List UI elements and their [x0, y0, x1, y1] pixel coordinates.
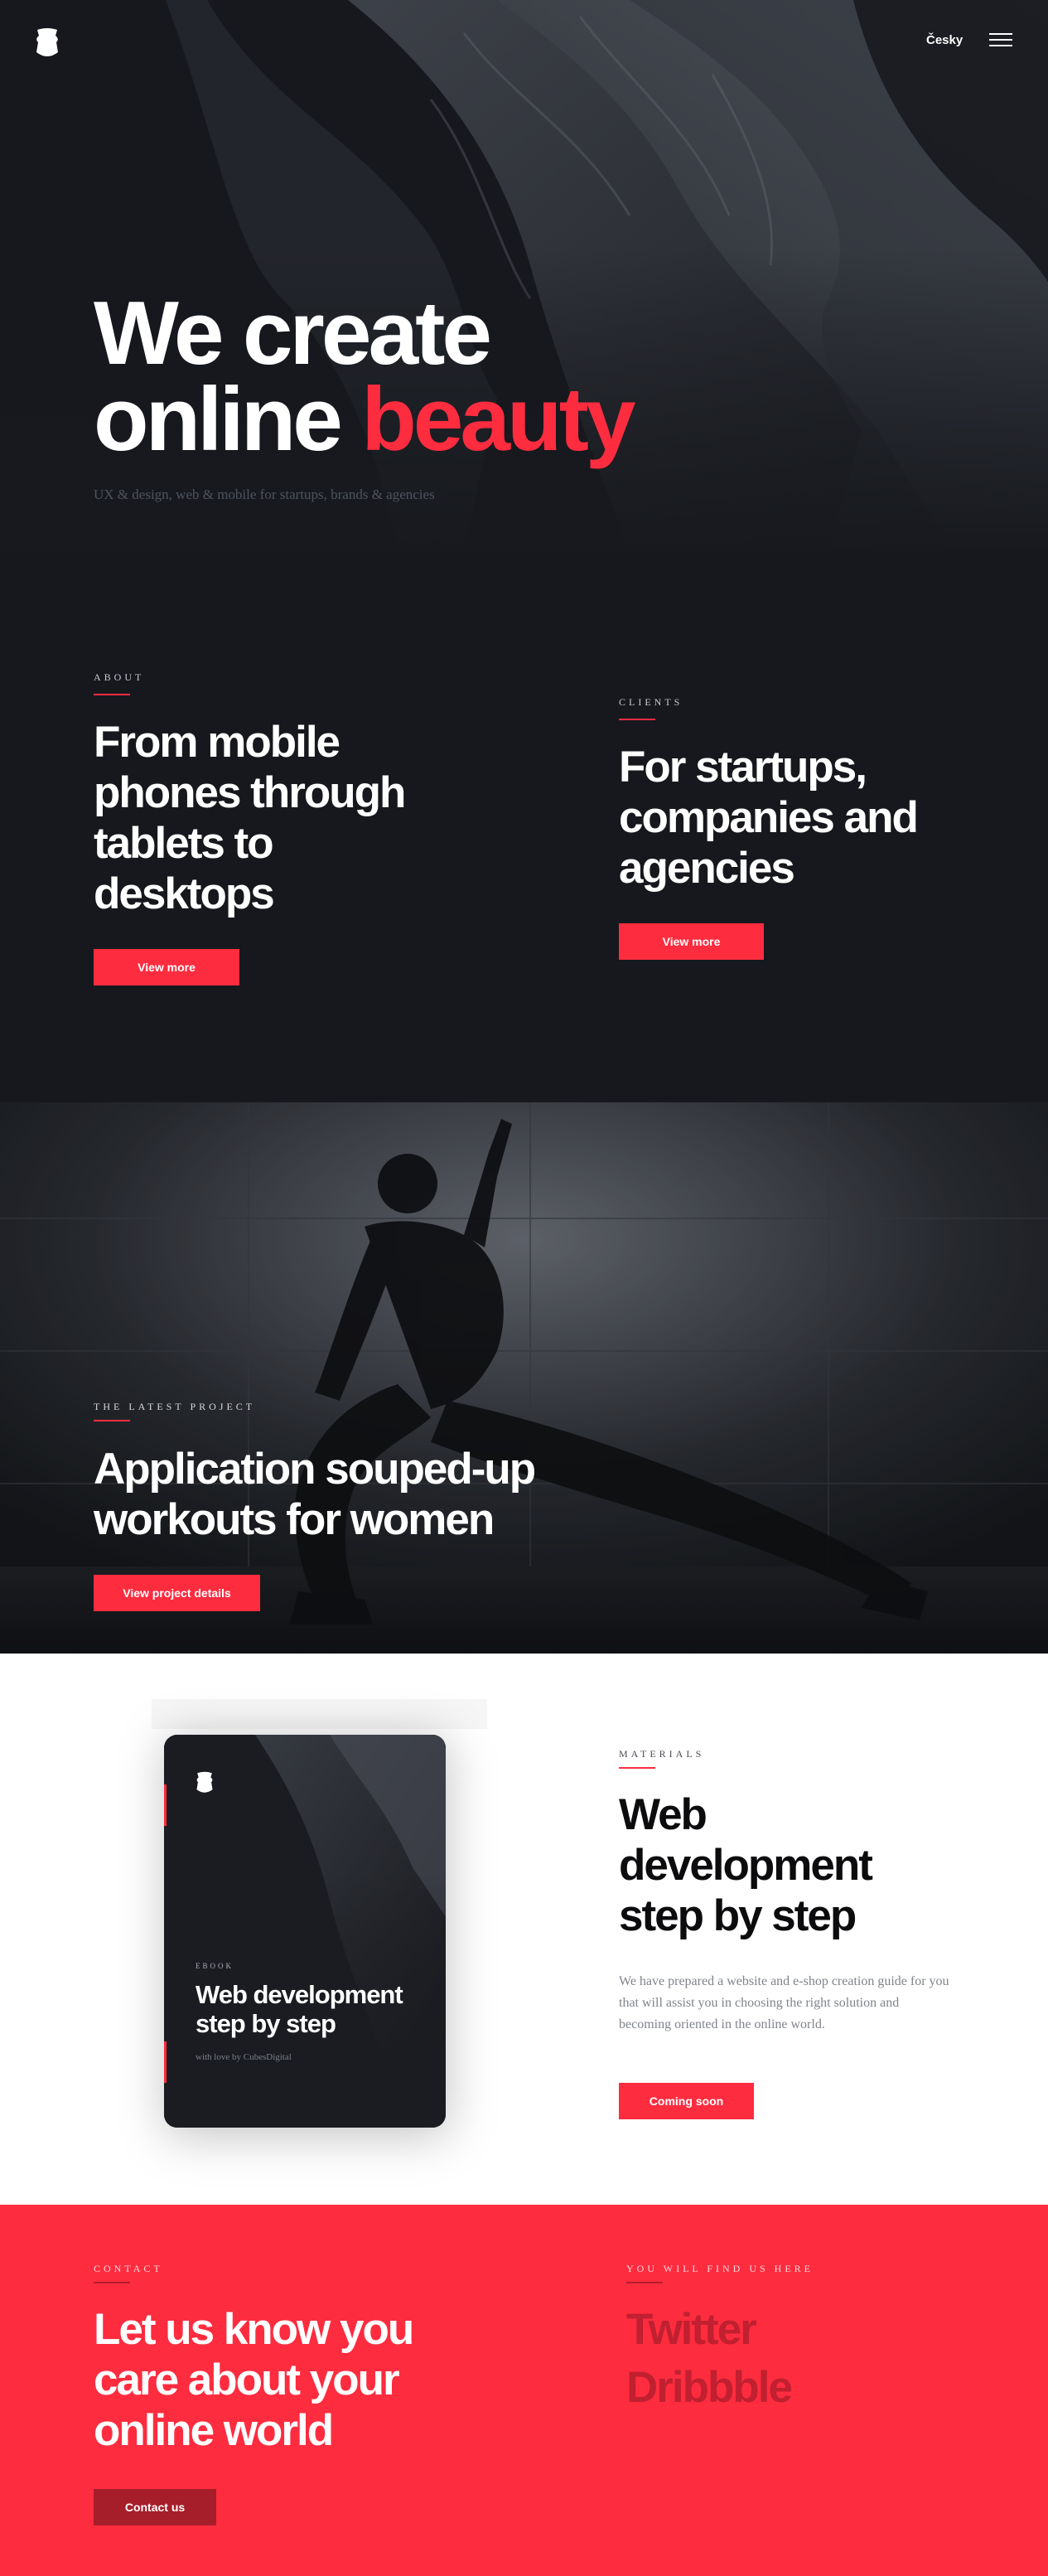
about-clients-section: About From mobile phones through tablets…: [0, 551, 1048, 1102]
hero-title-line2: online: [94, 369, 362, 470]
clients-view-more-button[interactable]: View more: [619, 923, 764, 960]
about-label-underline: [94, 694, 130, 695]
ebook-title: Web development step by step: [196, 1980, 403, 2038]
hero-title: We create online beauty: [94, 288, 636, 465]
find-us-label-underline: [626, 2282, 663, 2283]
dribbble-link[interactable]: Dribbble: [626, 2362, 793, 2413]
materials-description: We have prepared a website and e-shop cr…: [619, 1974, 949, 2031]
contact-label: Contact: [94, 2263, 163, 2274]
materials-label: Materials: [619, 1748, 705, 1760]
hero-section: Česky We create online beauty UX & desig…: [0, 0, 1048, 551]
contact-section: Contact Let us know you care about your …: [0, 2205, 1048, 2576]
materials-section: EBOOK Web development step by step with …: [0, 1654, 1048, 2205]
contact-title: Let us know you care about your online w…: [94, 2305, 414, 2455]
project-label-underline: [94, 1420, 130, 1421]
about-label: About: [94, 671, 145, 683]
contact-label-underline: [94, 2282, 130, 2283]
hero-title-accent: beauty: [361, 369, 635, 470]
clients-label-underline: [619, 719, 655, 720]
materials-label-underline: [619, 1767, 655, 1769]
ebook-cover: EBOOK Web development step by step with …: [164, 1735, 446, 2128]
book-backdrop: [152, 1699, 487, 1729]
latest-project-section: The latest project Application souped-up…: [0, 1102, 1048, 1654]
language-switch-link[interactable]: Česky: [926, 33, 963, 47]
find-us-label: You will find us here: [626, 2263, 814, 2274]
hero-subtitle: UX & design, web & mobile for startups, …: [94, 487, 435, 502]
project-title: Application souped-up workouts for women: [94, 1445, 536, 1544]
shield-logo-icon[interactable]: [35, 27, 60, 59]
about-title: From mobile phones through tablets to de…: [94, 718, 406, 918]
ebook-subtitle: with love by CubesDigital: [196, 2052, 292, 2062]
twitter-link[interactable]: Twitter: [626, 2304, 757, 2355]
view-project-details-button[interactable]: View project details: [94, 1575, 260, 1611]
hamburger-menu-icon[interactable]: [989, 33, 1012, 48]
project-background-image: [0, 1102, 1048, 1654]
ebook-logo-icon: [196, 1771, 213, 1793]
materials-title: Web development step by step: [619, 1790, 873, 1940]
coming-soon-button[interactable]: Coming soon: [619, 2083, 754, 2119]
clients-label: Clients: [619, 696, 683, 708]
ebook-label: EBOOK: [196, 1962, 234, 1970]
project-label: The latest project: [94, 1401, 256, 1412]
contact-us-button[interactable]: Contact us: [94, 2489, 216, 2525]
about-view-more-button[interactable]: View more: [94, 949, 239, 985]
clients-title: For startups, companies and agencies: [619, 743, 919, 893]
